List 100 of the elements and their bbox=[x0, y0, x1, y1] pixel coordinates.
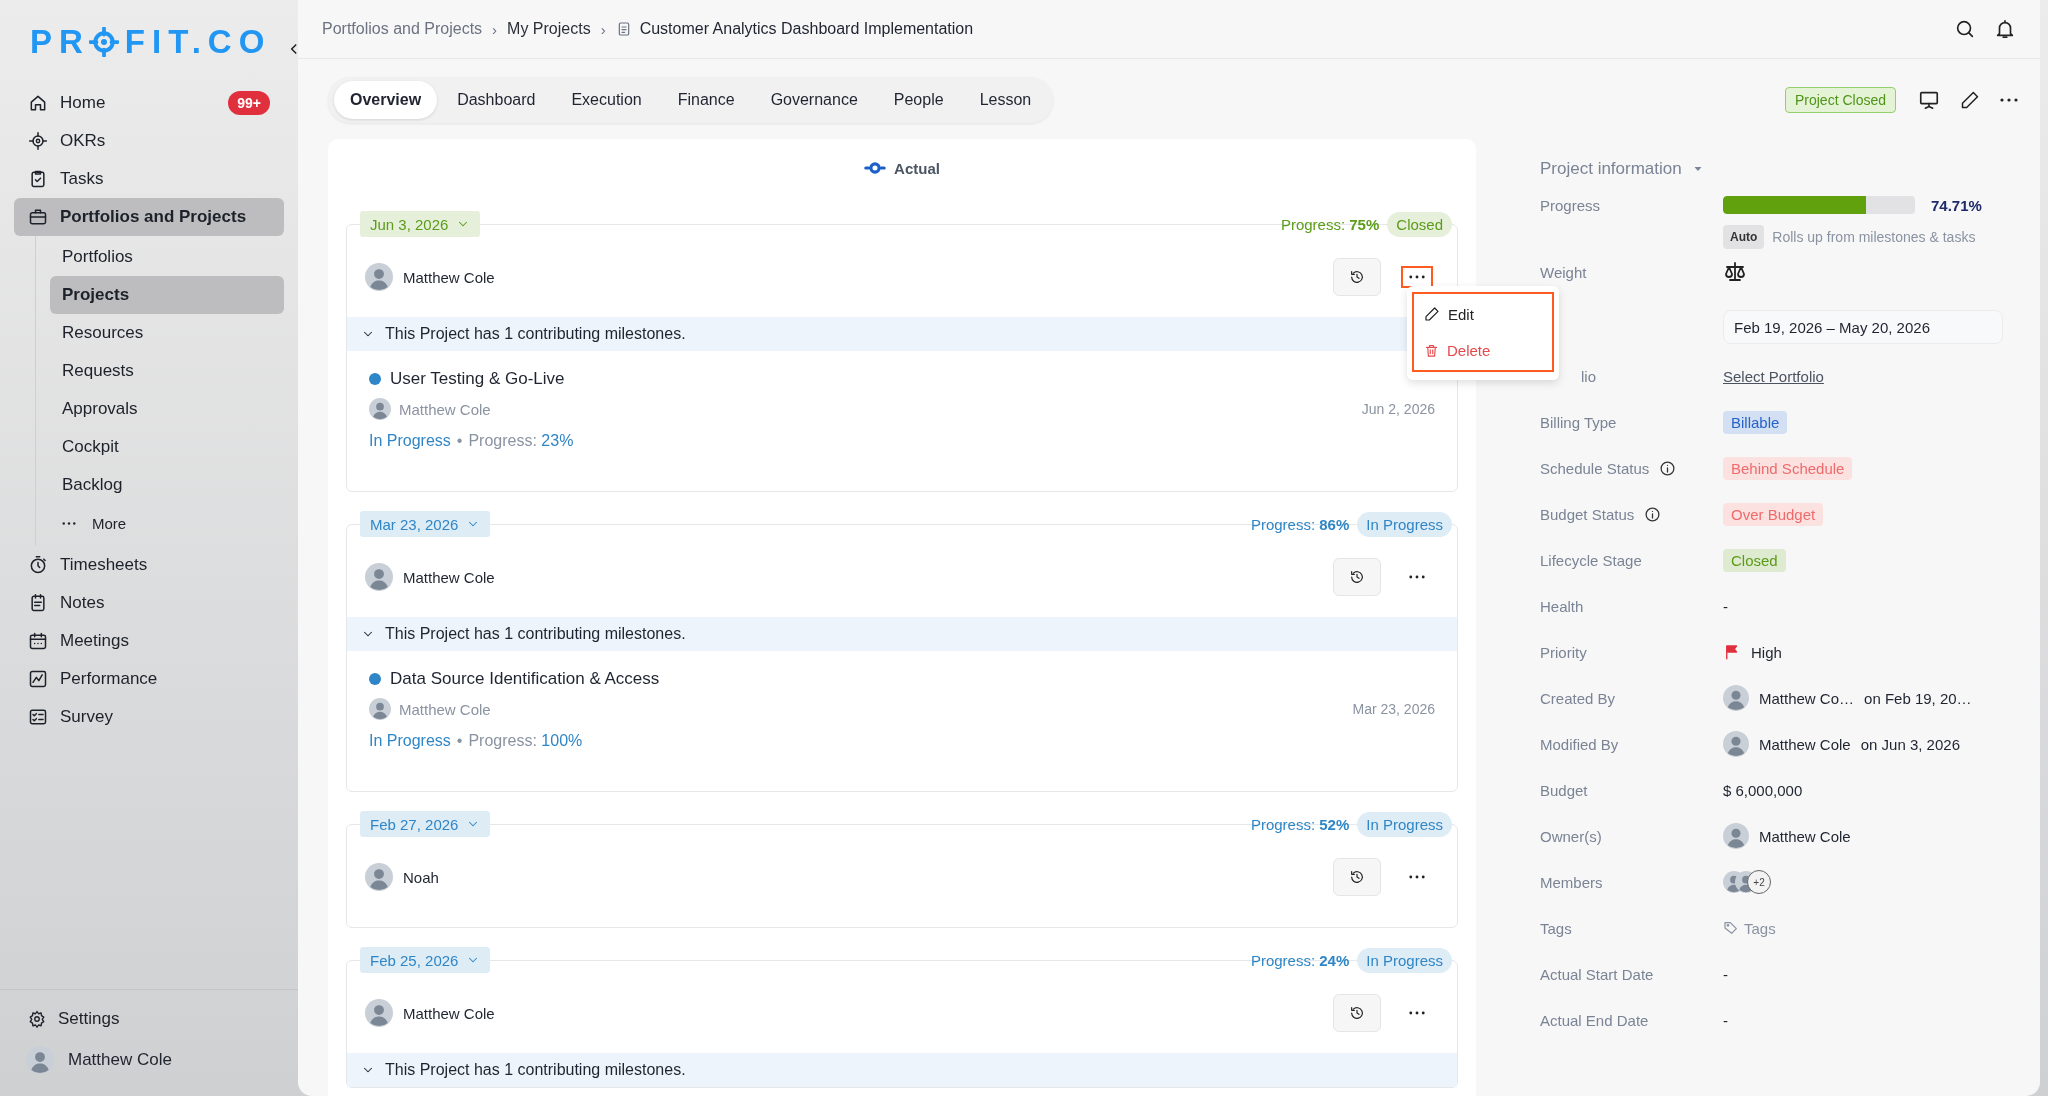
more-link[interactable]: More bbox=[50, 504, 284, 542]
hint-text: Rolls up from milestones & tasks bbox=[1772, 229, 1976, 245]
chart-icon bbox=[28, 669, 48, 689]
avatar bbox=[1723, 731, 1749, 757]
checklist-icon bbox=[28, 707, 48, 727]
more-icon bbox=[2000, 98, 2018, 102]
field-label: Actual Start Date bbox=[1540, 965, 1654, 983]
breadcrumb-link[interactable]: My Projects bbox=[507, 20, 591, 38]
nav-item[interactable]: Performance bbox=[14, 660, 284, 698]
field-label: Lifecycle Stage bbox=[1540, 551, 1642, 569]
history-icon bbox=[1349, 869, 1365, 885]
banner-text: This Project has 1 contributing milestones. bbox=[385, 1061, 686, 1079]
nav-subitem[interactable]: Requests bbox=[50, 352, 284, 390]
history-button[interactable] bbox=[1333, 258, 1381, 296]
more-icon bbox=[1409, 875, 1425, 879]
field-label: Tags bbox=[1540, 919, 1572, 937]
tab[interactable]: Lesson bbox=[963, 81, 1048, 119]
bell-icon bbox=[1994, 18, 2016, 40]
nav-item[interactable]: Timesheets bbox=[14, 546, 284, 584]
field-label: Budget Status bbox=[1540, 505, 1635, 523]
breadcrumb-current: Customer Analytics Dashboard Implementation bbox=[639, 20, 974, 38]
date-range-field[interactable]: Feb 19, 2026 – May 20, 2026 bbox=[1723, 310, 2003, 344]
separator-dot: • bbox=[456, 432, 463, 450]
status-tag: Closed bbox=[1723, 548, 1786, 572]
nav-subitem[interactable]: Approvals bbox=[50, 390, 284, 428]
field-label: Priority bbox=[1540, 643, 1587, 661]
tab[interactable]: People bbox=[877, 81, 960, 119]
nav-item[interactable]: OKRs bbox=[14, 122, 284, 160]
field-label: Modified By bbox=[1540, 735, 1619, 753]
history-button[interactable] bbox=[1333, 858, 1381, 896]
stopwatch-icon bbox=[28, 555, 48, 575]
owner-name: Matthew Cole bbox=[399, 400, 491, 418]
history-button[interactable] bbox=[1333, 994, 1381, 1032]
avatar bbox=[26, 1046, 54, 1074]
breadcrumb-link[interactable]: Portfolios and Projects bbox=[322, 20, 483, 38]
avatar bbox=[365, 863, 393, 891]
field-label: Members bbox=[1540, 873, 1603, 891]
edit-icon bbox=[1960, 90, 1980, 110]
history-icon bbox=[1349, 269, 1365, 285]
more-icon bbox=[1409, 275, 1425, 279]
owner-name: Noah bbox=[403, 868, 439, 886]
settings-icon bbox=[28, 1010, 46, 1028]
owner-name: Matthew Cole bbox=[403, 568, 495, 586]
tab[interactable]: Overview bbox=[334, 81, 438, 119]
settings-link[interactable]: Settings bbox=[14, 1000, 284, 1038]
banner-text: This Project has 1 contributing milestones. bbox=[385, 625, 686, 643]
status-badge: In Progress bbox=[1357, 811, 1452, 837]
nav-subitem[interactable]: Backlog bbox=[50, 466, 284, 504]
separator-dot: • bbox=[456, 732, 463, 750]
banner-text: This Project has 1 contributing milestones. bbox=[385, 325, 686, 343]
trash-icon bbox=[1424, 342, 1439, 358]
section-toggle[interactable]: Project information bbox=[1540, 149, 2010, 189]
tab[interactable]: Governance bbox=[754, 81, 874, 119]
nav-subitem[interactable]: Cockpit bbox=[50, 428, 284, 466]
more-count: +2 bbox=[1747, 870, 1771, 894]
status-badge: Project Closed bbox=[1784, 87, 1896, 113]
select-link[interactable]: Select Portfolio bbox=[1723, 367, 1824, 385]
field-label: Health bbox=[1540, 597, 1584, 615]
nav-item[interactable]: Tasks bbox=[14, 160, 284, 198]
person-name: Matthew Cole bbox=[1759, 735, 1851, 753]
progress-text: Progress: 23% bbox=[468, 432, 574, 450]
nav-item[interactable]: Meetings bbox=[14, 622, 284, 660]
breadcrumb-separator: › bbox=[492, 20, 498, 38]
nav-subitem[interactable]: Resources bbox=[50, 314, 284, 352]
tab[interactable]: Finance bbox=[661, 81, 751, 119]
progress-text: Progress: 24% bbox=[1250, 951, 1350, 969]
field-value: $ 6,000,000 bbox=[1723, 781, 1803, 799]
due-date: Jun 2, 2026 bbox=[1361, 401, 1435, 417]
due-date: Mar 23, 2026 bbox=[1352, 701, 1435, 717]
auto-badge: Auto bbox=[1723, 225, 1765, 249]
avatar bbox=[369, 398, 391, 420]
user-profile[interactable]: Matthew Cole bbox=[14, 1038, 284, 1082]
nav-item[interactable]: Survey bbox=[14, 698, 284, 736]
logo-text: PR bbox=[30, 23, 90, 61]
nav-item[interactable]: Notes bbox=[14, 584, 284, 622]
search-icon bbox=[1954, 18, 1976, 40]
scale-icon bbox=[1723, 260, 1747, 284]
menu-item[interactable]: Delete bbox=[1414, 332, 1552, 368]
breadcrumb-separator: › bbox=[600, 20, 606, 38]
avatar bbox=[365, 263, 393, 291]
field-label: Weight bbox=[1540, 263, 1587, 281]
field-label: Budget bbox=[1540, 781, 1588, 799]
field-value: - bbox=[1723, 965, 1728, 983]
status-dot bbox=[369, 373, 381, 385]
progress-text: Progress: 75% bbox=[1280, 215, 1380, 233]
nav-subitem[interactable]: Portfolios bbox=[50, 238, 284, 276]
history-icon bbox=[1349, 569, 1365, 585]
tab[interactable]: Execution bbox=[555, 81, 658, 119]
avatar bbox=[365, 999, 393, 1027]
history-button[interactable] bbox=[1333, 558, 1381, 596]
nav-subitem[interactable]: Projects bbox=[50, 276, 284, 314]
progress-text: Progress: 52% bbox=[1250, 815, 1350, 833]
field-value: High bbox=[1751, 643, 1782, 661]
tab[interactable]: Dashboard bbox=[441, 81, 552, 119]
status-badge: Closed bbox=[1387, 211, 1452, 237]
date-text: on Feb 19, 20… bbox=[1864, 689, 1972, 707]
person-name: Matthew Co… bbox=[1759, 689, 1855, 707]
nav-item[interactable]: Portfolios and Projects bbox=[14, 198, 284, 236]
menu-item[interactable]: Edit bbox=[1414, 296, 1552, 332]
nav-item[interactable]: Home 99+ bbox=[14, 84, 284, 122]
